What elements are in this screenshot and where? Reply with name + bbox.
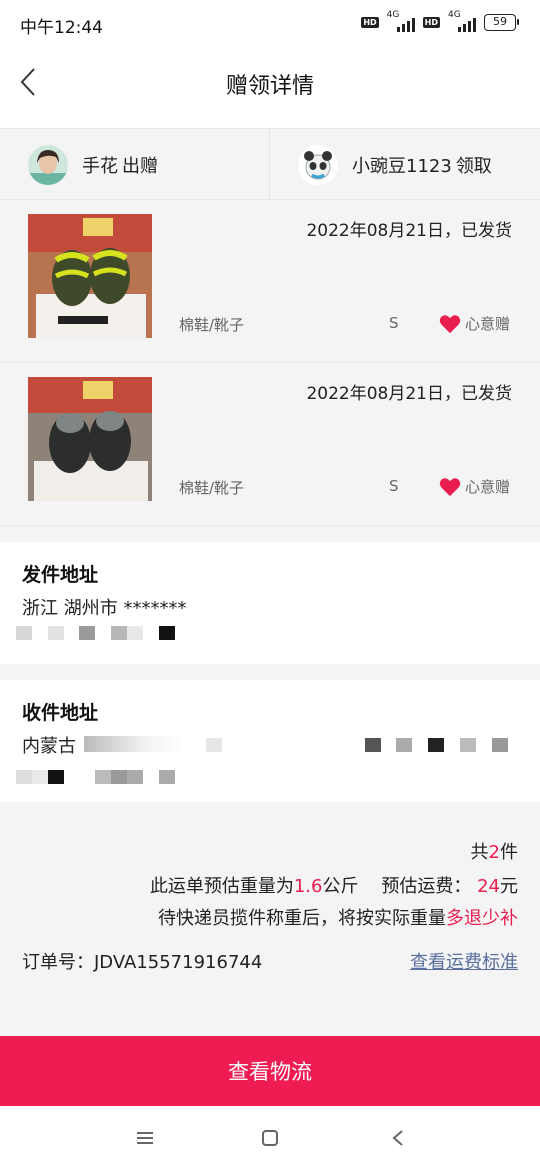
nav-bar: 赠领详情: [0, 48, 540, 128]
giver-avatar: [28, 144, 68, 185]
item-size: S: [389, 314, 399, 332]
item-category: 棉鞋/靴子: [179, 479, 245, 497]
list-item[interactable]: 2022年08月21日，已发货 棉鞋/靴子 S 心意赠: [0, 363, 540, 526]
item-date-status: 2022年08月21日，已发货: [306, 221, 512, 241]
item-size: S: [389, 477, 399, 495]
list-item[interactable]: 2022年08月21日，已发货 棉鞋/靴子 S 心意赠: [0, 200, 540, 363]
shipping-summary: 共2件 此运单预估重量为1.6公斤 预估运费： 24元 待快递员揽件称重后，将按…: [0, 802, 540, 1036]
order-number: JDVA15571916744: [94, 952, 263, 973]
back-nav-button[interactable]: [383, 1126, 413, 1150]
sender-address-card: 发件地址 浙江 湖州市 *******: [0, 542, 540, 664]
item-category: 棉鞋/靴子: [179, 316, 245, 334]
receiver-address-card: 收件地址 内蒙古: [0, 680, 540, 802]
receiver-name: 小豌豆1123: [352, 155, 452, 177]
triangle-back-icon: [392, 1130, 403, 1146]
item-tag-label: 心意赠: [464, 478, 510, 496]
heart-icon: [439, 314, 461, 333]
receiver-action: 领取: [455, 155, 492, 177]
receiver-address-title: 收件地址: [22, 702, 99, 724]
heart-icon: [439, 477, 461, 496]
giver-name: 手花: [82, 155, 118, 177]
page-title: 赠领详情: [225, 74, 314, 99]
status-bar: 中午12:44 HD 4G HD 4G 59: [0, 0, 540, 48]
home-button[interactable]: [255, 1126, 285, 1150]
sender-address-title: 发件地址: [22, 564, 99, 586]
signal-icon-2: 4G: [448, 10, 476, 32]
battery-icon: 59: [484, 13, 519, 31]
order-label: 订单号：: [22, 952, 94, 973]
status-indicators: HD 4G HD 4G 59: [361, 10, 519, 32]
item-tag-label: 心意赠: [464, 315, 510, 333]
system-nav-bar: [0, 1106, 540, 1170]
menu-icon: [137, 1132, 153, 1144]
home-icon: [262, 1130, 278, 1146]
fee-standard-link[interactable]: 查看运费标准: [410, 948, 518, 974]
order-number-row: 订单号：JDVA15571916744: [22, 948, 262, 974]
estimated-weight: 1.6: [293, 876, 323, 897]
hd-badge-2: HD: [422, 16, 440, 28]
weight-fee-line: 此运单预估重量为1.6公斤 预估运费： 24元: [149, 876, 518, 897]
giver[interactable]: 手花 出赠: [0, 129, 270, 200]
status-time: 中午12:44: [20, 18, 103, 38]
menu-button[interactable]: [130, 1126, 160, 1150]
weigh-notice: 待快递员揽件称重后，将按实际重量多退少补: [158, 908, 518, 929]
signal-icon: 4G: [387, 10, 415, 32]
estimated-fee: 24: [477, 876, 500, 897]
parties-row: 手花 出赠 小豌豆1123 领取: [0, 128, 540, 200]
hd-badge: HD: [361, 16, 379, 28]
sender-address-line: 浙江 湖州市 *******: [22, 598, 187, 619]
receiver[interactable]: 小豌豆1123 领取: [270, 129, 540, 200]
item-tag: 心意赠: [439, 313, 510, 334]
receiver-address-line: 内蒙古: [22, 736, 76, 757]
view-logistics-button[interactable]: 查看物流: [0, 1036, 540, 1106]
item-list: 2022年08月21日，已发货 棉鞋/靴子 S 心意赠 2022年08月21日，…: [0, 200, 540, 526]
receiver-avatar: [298, 144, 338, 185]
item-tag: 心意赠: [439, 476, 510, 497]
item-photo: [28, 214, 152, 338]
item-photo: [28, 377, 152, 501]
item-count: 共2件: [470, 842, 518, 863]
item-date-status: 2022年08月21日，已发货: [306, 384, 512, 404]
giver-action: 出赠: [122, 155, 158, 177]
